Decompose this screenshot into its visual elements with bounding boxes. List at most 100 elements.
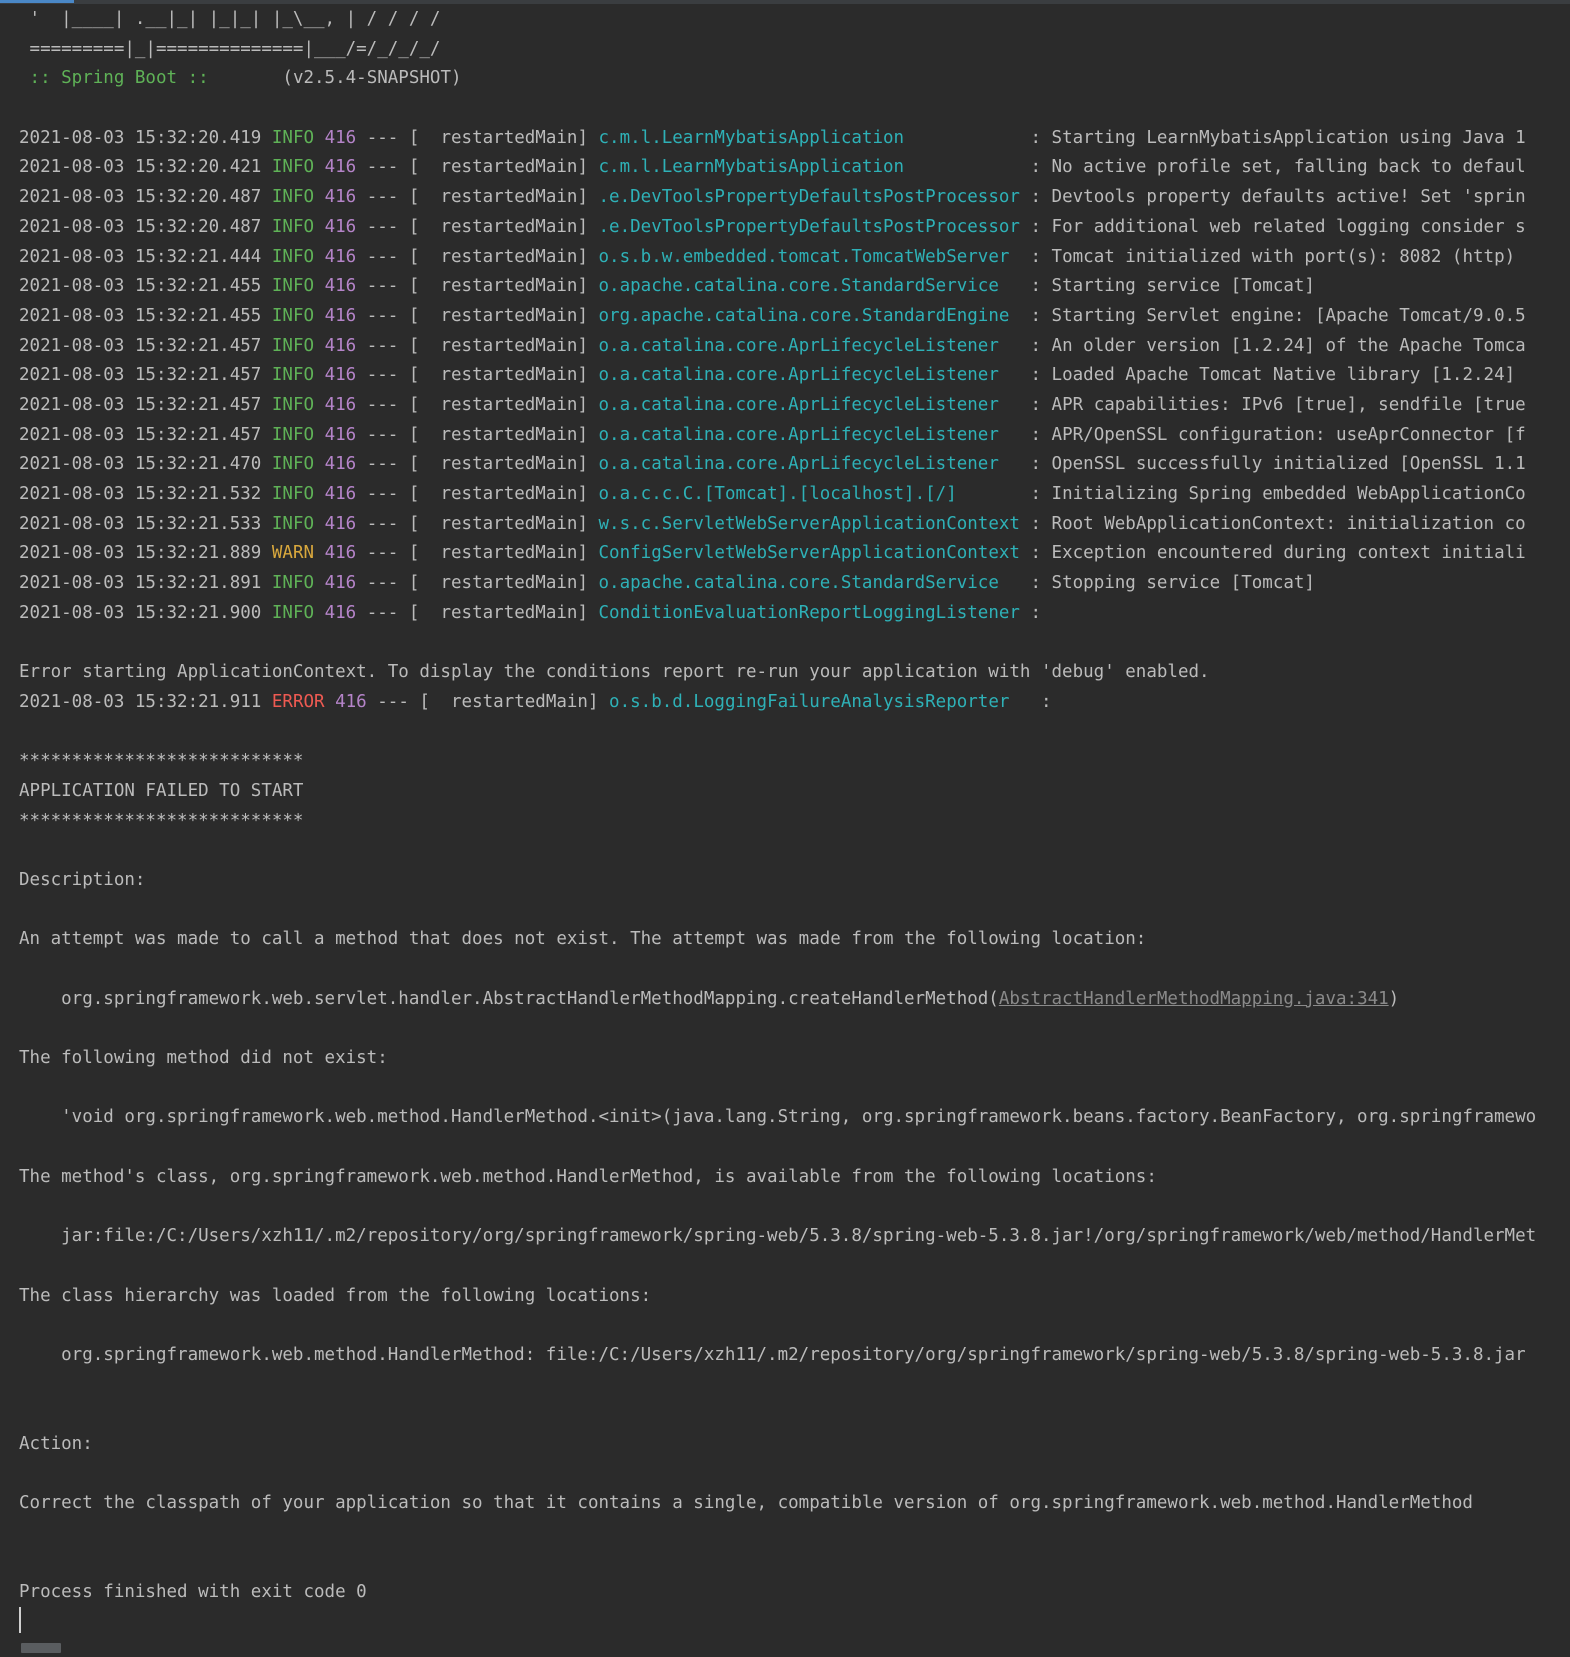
log-logger: o.a.catalina.core.AprLifecycleListener [598,454,1020,475]
log-logger: ConditionEvaluationReportLoggingListener [598,602,1020,623]
run-console[interactable]: ' |____| .__|_| |_|_| |_\__, | / / / / =… [0,0,1570,1657]
log-thread: --- [ restartedMain] [356,305,599,326]
banner-version-line: :: Spring Boot :: (v2.5.4-SNAPSHOT) [19,64,1570,94]
action-label: Action: [19,1434,93,1454]
log-pid: 416 [324,424,357,445]
log-logger: o.a.catalina.core.AprLifecycleListener [598,335,1020,356]
log-row: 2021-08-03 15:32:20.421 INFO 416 --- [ r… [19,153,1570,183]
log-message: : An older version [1.2.24] of the Apach… [1019,335,1526,356]
log-pid: 416 [324,365,357,386]
log-level: INFO [271,187,315,208]
log-pid: 416 [324,127,357,148]
log-pid: 416 [324,454,357,475]
log-pid: 416 [324,276,357,297]
log-thread: --- [ restartedMain] [356,335,599,356]
log-row: 2021-08-03 15:32:21.457 INFO 416 --- [ r… [19,361,1570,391]
log-row: 2021-08-03 15:32:21.889 WARN 416 --- [ r… [19,539,1570,569]
log-message: : Initializing Spring embedded WebApplic… [1019,484,1526,504]
description-text: An attempt was made to call a method tha… [19,929,1147,950]
class-label: The method's class, org.springframework.… [19,1166,1157,1187]
log-level: INFO [271,573,315,594]
log-message: : For additional web related logging con… [1019,216,1526,237]
log-logger: o.s.b.d.LoggingFailureAnalysisReporter [609,691,1031,712]
horizontal-scrollbar-thumb[interactable] [21,1643,61,1653]
active-tab-indicator [0,0,74,3]
log-thread: --- [ restartedMain] [356,127,599,148]
log-pid: 416 [324,484,357,504]
hierarchy-label: The class hierarchy was loaded from the … [19,1285,652,1306]
log-logger: .e.DevToolsPropertyDefaultsPostProcessor [598,216,1020,237]
log-message: : OpenSSL successfully initialized [Open… [1019,454,1526,475]
log-row: 2021-08-03 15:32:21.455 INFO 416 --- [ r… [19,272,1570,302]
log-row: 2021-08-03 15:32:21.457 INFO 416 --- [ r… [19,421,1570,451]
log-message: : Devtools property defaults active! Set… [1019,187,1526,208]
log-timestamp: 2021-08-03 15:32:21.911 [19,691,272,712]
console-output[interactable]: ' |____| .__|_| |_|_| |_\__, | / / / / =… [19,5,1570,1608]
source-file-link[interactable]: AbstractHandlerMethodMapping.java:341 [999,989,1389,1009]
call-location-suffix: ) [1388,988,1400,1009]
log-level: INFO [271,454,315,475]
log-timestamp: 2021-08-03 15:32:21.533 [19,513,272,534]
log-message: : Tomcat initialized with port(s): 8082 … [1019,246,1516,267]
log-row-error: 2021-08-03 15:32:21.911 ERROR 416 --- [ … [19,688,1570,718]
log-level: INFO [271,216,315,237]
log-message: : Stopping service [Tomcat] [1019,573,1315,594]
spring-boot-label: :: Spring Boot :: [19,68,209,89]
log-level: INFO [271,157,315,178]
log-level: INFO [271,394,315,415]
log-thread: --- [ restartedMain] [356,602,599,623]
failure-title: APPLICATION FAILED TO START [19,780,304,801]
log-message: : No active profile set, falling back to… [1019,157,1526,178]
log-logger: o.a.catalina.core.AprLifecycleListener [598,394,1020,415]
log-message: : Starting LearnMybatisApplication using… [1019,127,1526,148]
failure-stars: *************************** [19,751,304,772]
error-context-line: Error starting ApplicationContext. To di… [19,662,1210,683]
log-message: : Loaded Apache Tomcat Native library [1… [1019,365,1516,386]
log-message: : Starting Servlet engine: [Apache Tomca… [1019,305,1526,326]
log-timestamp: 2021-08-03 15:32:20.487 [19,187,272,208]
log-pid: 416 [324,573,357,594]
log-pid: 416 [324,335,357,356]
failure-stars: *************************** [19,810,304,831]
log-thread: --- [ restartedMain] [356,513,599,534]
log-timestamp: 2021-08-03 15:32:20.421 [19,157,272,178]
log-level: ERROR [271,691,325,712]
log-pid: 416 [324,602,357,623]
log-pid: 416 [324,216,357,237]
log-thread: --- [ restartedMain] [356,276,599,297]
log-level: INFO [271,484,315,504]
log-row: 2021-08-03 15:32:20.487 INFO 416 --- [ r… [19,213,1570,243]
log-logger: w.s.c.ServletWebServerApplicationContext [598,513,1020,534]
log-message: : Exception encountered during context i… [1019,543,1526,564]
class-location: jar:file:/C:/Users/xzh11/.m2/repository/… [19,1226,1537,1247]
log-logger: o.a.catalina.core.AprLifecycleListener [598,365,1020,386]
banner-line: =========|_|==============|___/=/_/_/_/ [19,38,441,59]
log-thread: --- [ restartedMain] [356,543,599,564]
log-timestamp: 2021-08-03 15:32:21.457 [19,394,272,415]
log-timestamp: 2021-08-03 15:32:21.900 [19,602,272,623]
log-logger: org.apache.catalina.core.StandardEngine [598,305,1020,326]
log-timestamp: 2021-08-03 15:32:21.455 [19,305,272,326]
log-level: INFO [271,305,315,326]
log-thread: --- [ restartedMain] [356,365,599,386]
log-level: INFO [271,424,315,445]
log-timestamp: 2021-08-03 15:32:21.457 [19,365,272,386]
log-row: 2021-08-03 15:32:20.487 INFO 416 --- [ r… [19,183,1570,213]
log-level: INFO [271,276,315,297]
log-timestamp: 2021-08-03 15:32:21.457 [19,335,272,356]
log-level: INFO [271,335,315,356]
log-timestamp: 2021-08-03 15:32:20.487 [19,216,272,237]
log-thread: --- [ restartedMain] [356,424,599,445]
log-logger: c.m.l.LearnMybatisApplication [598,157,1020,178]
method-label: The following method did not exist: [19,1048,388,1069]
spring-boot-version: (v2.5.4-SNAPSHOT) [208,68,462,89]
log-thread: --- [ restartedMain] [366,691,610,712]
